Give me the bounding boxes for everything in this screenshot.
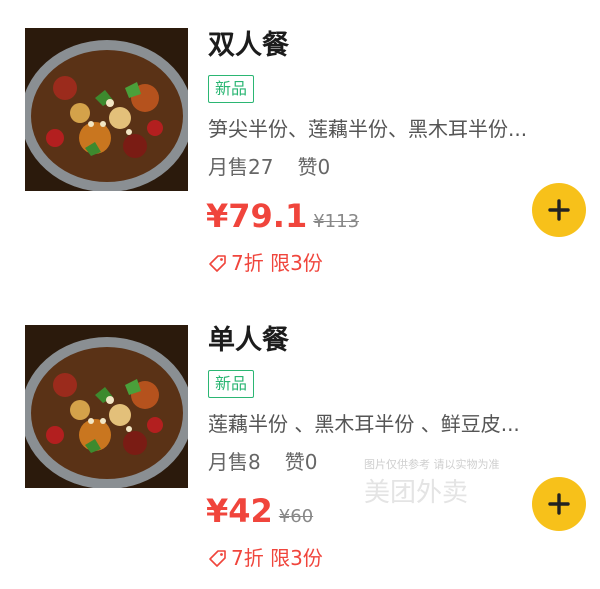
original-price: ¥113 [313, 211, 360, 232]
menu-item-single-meal[interactable]: 单人餐 新品 莲藕半份 、黑木耳半份 、鲜豆皮... 月售8 赞0 图片仅供参考 … [0, 295, 600, 589]
item-description: 笋尖半份、莲藕半份、黑木耳半份... [208, 117, 528, 141]
price-tag-icon [208, 547, 228, 575]
item-stats: 月售8 赞0 [208, 447, 317, 477]
original-price: ¥60 [278, 506, 314, 527]
current-price: ¥79.1 [206, 197, 308, 235]
item-name: 单人餐 [208, 325, 289, 356]
menu-item-double-meal[interactable]: 双人餐 新品 笋尖半份、莲藕半份、黑木耳半份... 月售27 赞0 ¥79.1 ¥1… [0, 0, 600, 294]
new-badge: 新品 [208, 370, 255, 398]
item-name: 双人餐 [208, 30, 289, 61]
plus-icon [548, 199, 570, 221]
current-price: ¥42 [206, 492, 273, 530]
dish-image[interactable] [25, 325, 188, 488]
promo-text: 7折 限3份 [231, 546, 323, 570]
item-description: 莲藕半份 、黑木耳半份 、鲜豆皮... [208, 412, 520, 436]
likes-count: 赞0 [297, 155, 331, 179]
price-tag-icon [208, 252, 228, 280]
monthly-sales: 月售27 [208, 155, 274, 179]
watermark: 图片仅供参考 请以实物为准 美团外卖 [364, 457, 544, 513]
monthly-sales: 月售8 [208, 450, 261, 474]
add-to-cart-button[interactable] [532, 477, 586, 531]
watermark-brand: 美团外卖 [364, 478, 469, 508]
promo-label: 7折 限3份 [208, 249, 323, 280]
watermark-notice: 图片仅供参考 请以实物为准 [364, 458, 500, 471]
new-badge: 新品 [208, 75, 255, 103]
dish-image[interactable] [25, 28, 188, 191]
promo-label: 7折 限3份 [208, 544, 323, 575]
add-to-cart-button[interactable] [532, 183, 586, 237]
plus-icon [548, 493, 570, 515]
promo-text: 7折 限3份 [231, 251, 323, 275]
price-row: ¥42 ¥60 [206, 491, 313, 537]
likes-count: 赞0 [284, 450, 318, 474]
item-stats: 月售27 赞0 [208, 152, 330, 182]
price-row: ¥79.1 ¥113 [206, 196, 359, 242]
